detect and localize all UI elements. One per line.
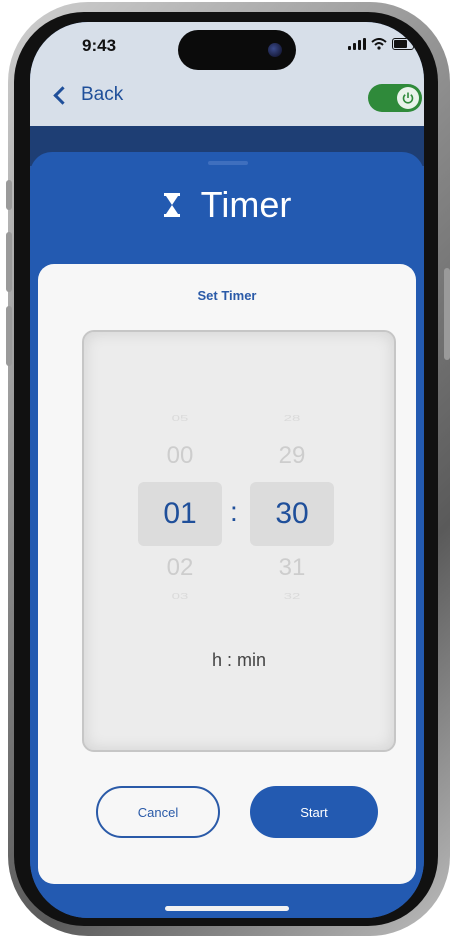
start-button[interactable]: Start (250, 786, 378, 838)
timer-sheet: Timer Set Timer 05 00 01 02 03 : 28 29 3… (30, 152, 424, 918)
time-separator: : (230, 496, 238, 527)
status-icons (348, 38, 414, 50)
minutes-above[interactable]: 29 (250, 442, 334, 470)
hours-far-below: 03 (171, 591, 189, 602)
hours-below[interactable]: 02 (138, 554, 222, 582)
back-label: Back (81, 84, 124, 105)
unit-label: h : min (211, 650, 267, 670)
cancel-button[interactable]: Cancel (96, 786, 220, 838)
hourglass-icon (163, 192, 181, 218)
wifi-icon (371, 38, 387, 50)
hours-selected[interactable]: 01 (138, 482, 222, 546)
hours-above[interactable]: 00 (138, 442, 222, 470)
status-time: 9:43 (82, 36, 117, 55)
chevron-left-icon (53, 85, 72, 105)
minutes-far-below: 32 (283, 591, 301, 602)
battery-icon (392, 38, 414, 50)
set-timer-card: Set Timer 05 00 01 02 03 : 28 29 30 31 3… (38, 264, 416, 884)
side-button-power (444, 268, 450, 360)
home-indicator[interactable] (165, 906, 289, 911)
page-title: Timer (200, 184, 292, 225)
side-button-volume-down (6, 306, 12, 366)
hours-far-above: 05 (171, 413, 189, 424)
minutes-below[interactable]: 31 (250, 554, 334, 582)
side-button-volume-up (6, 232, 12, 292)
power-icon (397, 87, 419, 109)
screen: 9:43 Back Timer Set Timer 05 00 01 02 03… (30, 22, 424, 918)
minutes-selected[interactable]: 30 (250, 482, 334, 546)
signal-icon (348, 38, 366, 50)
back-button[interactable]: Back (52, 84, 123, 106)
sheet-grabber[interactable] (208, 161, 248, 165)
front-camera-icon (268, 43, 282, 57)
card-title: Set Timer (197, 288, 257, 303)
power-toggle[interactable] (368, 84, 422, 112)
minutes-far-above: 28 (283, 413, 301, 424)
sheet-header: Timer (30, 184, 424, 226)
side-button-silent (6, 180, 12, 210)
dynamic-island (178, 30, 296, 70)
time-picker: 05 00 01 02 03 : 28 29 30 31 32 h : min (82, 330, 396, 752)
